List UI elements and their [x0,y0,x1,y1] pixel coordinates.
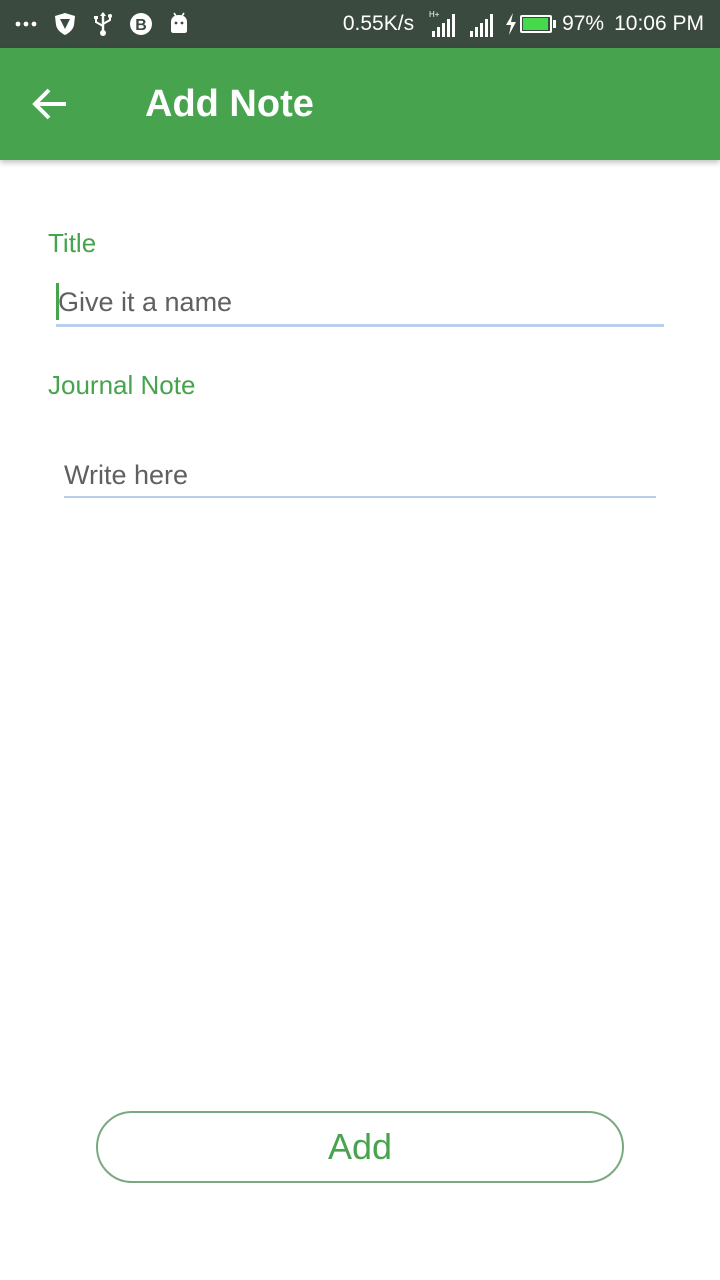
status-bar-left: B [14,0,204,48]
status-bar-right: 0.55K/s H+ 97% 10:06 PM [343,0,704,48]
status-bar: B 0.55K/s H+ 97% 10:06 PM [0,0,720,48]
shield-icon [55,13,75,35]
page-title: Add Note [145,83,314,125]
usb-icon [94,12,112,36]
signal-icon-2 [470,14,494,37]
battery-fill [523,18,549,30]
b-app-icon: B [130,13,152,35]
text-cursor [56,283,59,320]
battery-icon [520,15,557,33]
journal-note-placeholder: Write here [64,460,189,490]
app-bar: Add Note [0,48,720,160]
network-type-label: H+ [429,10,440,19]
network-speed: 0.55K/s [342,12,415,35]
title-placeholder: Give it a name [58,287,233,317]
clock: 10:06 PM [614,12,704,35]
back-button[interactable] [22,76,78,132]
title-label: Title [48,228,97,258]
signal-icon: H+ [429,10,456,37]
svg-text:B: B [135,17,147,34]
add-button[interactable]: Add [96,1111,624,1183]
add-note-screen: B 0.55K/s H+ 97% 10:06 PM Add Note Title… [0,0,720,1280]
android-icon [171,12,187,33]
charging-icon [506,13,517,35]
journal-note-label: Journal Note [48,370,196,400]
arrow-back-icon [32,88,66,120]
more-dots-icon [15,21,37,27]
battery-percent: 97% [562,12,605,35]
